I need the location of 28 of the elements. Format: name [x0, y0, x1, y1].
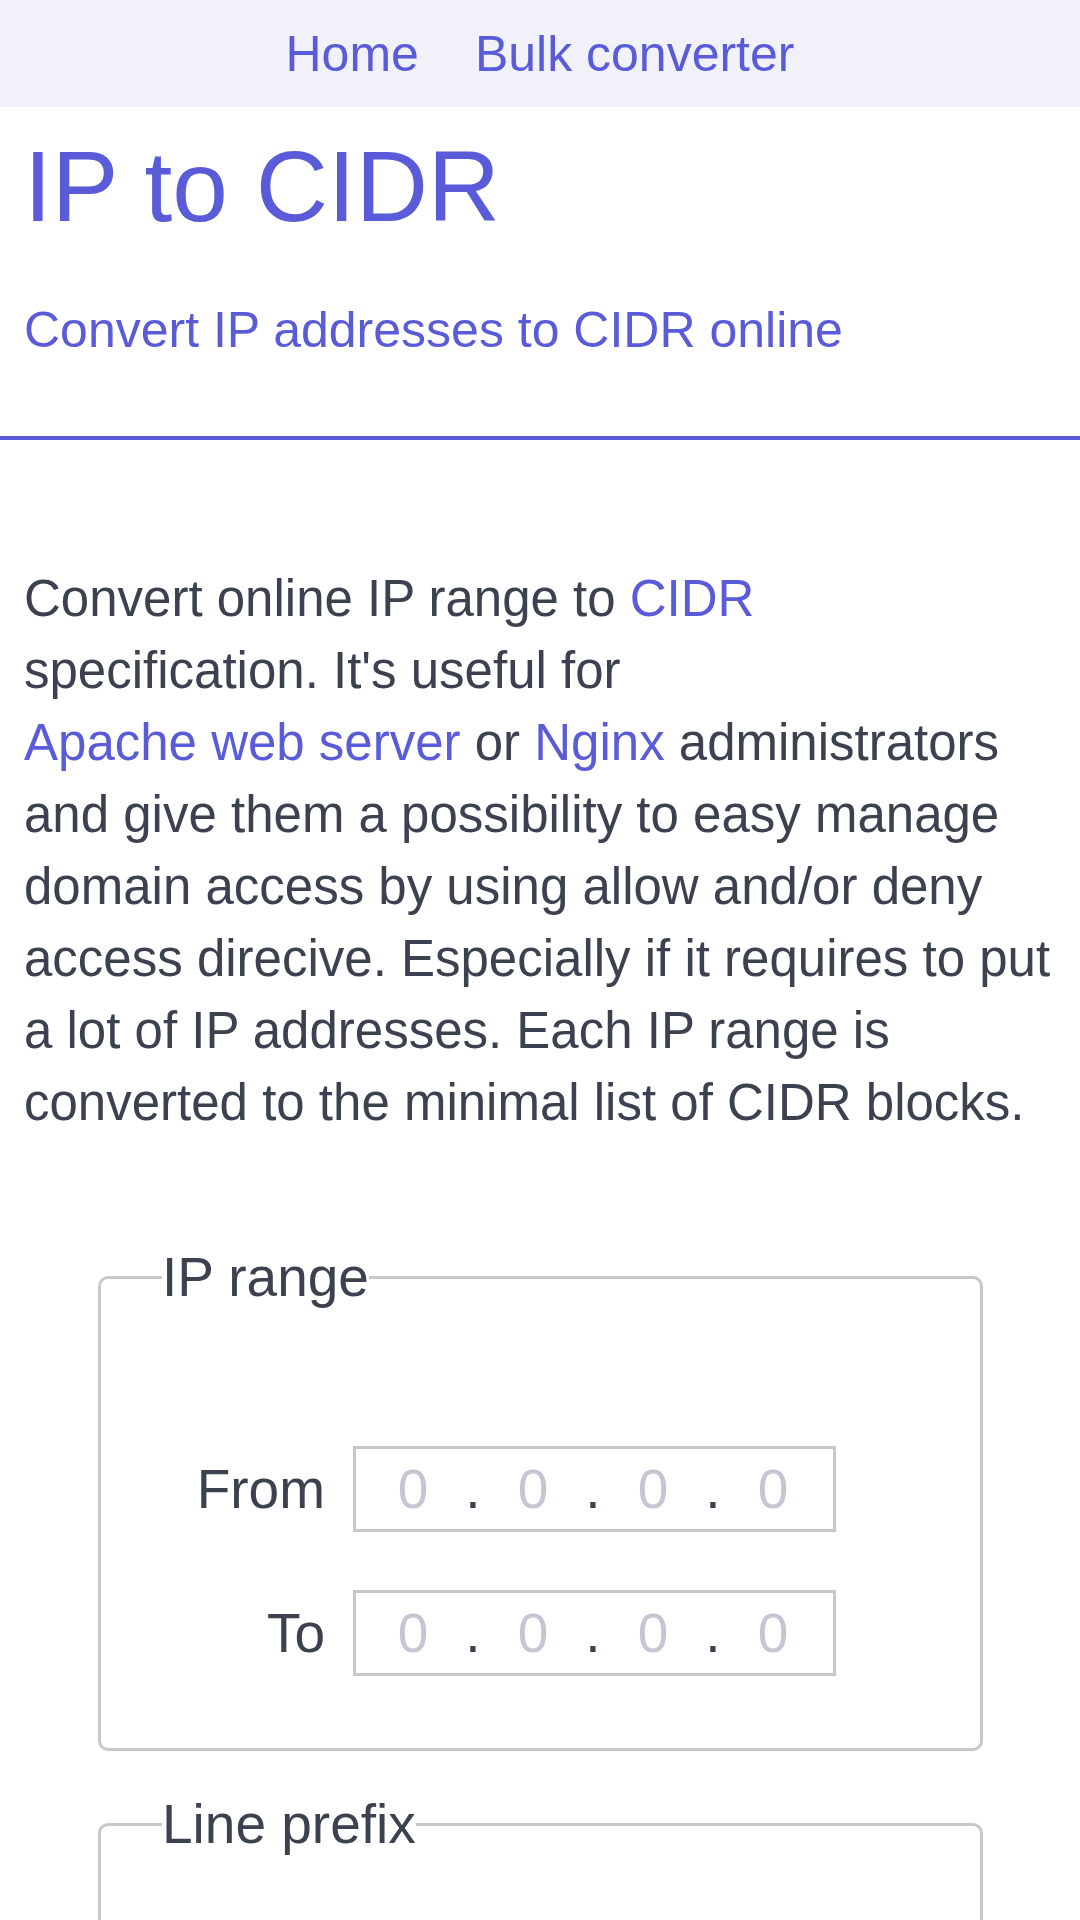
text-link[interactable]: Nginx [534, 714, 665, 771]
field-label: To [266, 1601, 325, 1665]
octet-field[interactable]: 0 [493, 1601, 573, 1665]
octet-field[interactable]: 0 [493, 1457, 573, 1521]
dot-separator: . [584, 1601, 602, 1665]
dot-separator: . [704, 1601, 722, 1665]
field-label: From [196, 1457, 325, 1521]
dot-separator: . [704, 1457, 722, 1521]
octet-field[interactable]: 0 [733, 1457, 813, 1521]
text-link[interactable]: CIDR [629, 570, 755, 627]
octet-field[interactable]: 0 [373, 1457, 453, 1521]
octet-field[interactable]: 0 [613, 1457, 693, 1521]
group-legend: IP range [162, 1245, 369, 1309]
group-legend: Line prefix [162, 1792, 416, 1856]
dot-separator: . [584, 1457, 602, 1521]
page-title: IP to CIDR [24, 129, 502, 244]
dot-separator: . [464, 1457, 482, 1521]
nav-link[interactable]: Home [285, 23, 419, 84]
page-subtitle: Convert IP addresses to CIDR online [24, 301, 844, 360]
ip-address-field[interactable]: 0 . 0 . 0 . 0 [353, 1446, 836, 1532]
nav-link[interactable]: Bulk converter [474, 23, 795, 84]
intro-paragraph: Convert online IP range to CIDR specification. It's useful for Apache web server or Nginx administrators and give them a possibility to easy manage domain access by using allow and/or deny access direcive. Especially if it requires to put a lot of IP addresses. Each IP range is converted to the minimal list of CIDR blocks. [24, 569, 1052, 1133]
octet-field[interactable]: 0 [373, 1601, 453, 1665]
ip-address-field[interactable]: 0 . 0 . 0 . 0 [353, 1590, 836, 1676]
octet-field[interactable]: 0 [733, 1601, 813, 1665]
text-link[interactable]: Apache web server [24, 714, 461, 771]
octet-field[interactable]: 0 [613, 1601, 693, 1665]
dot-separator: . [464, 1601, 482, 1665]
